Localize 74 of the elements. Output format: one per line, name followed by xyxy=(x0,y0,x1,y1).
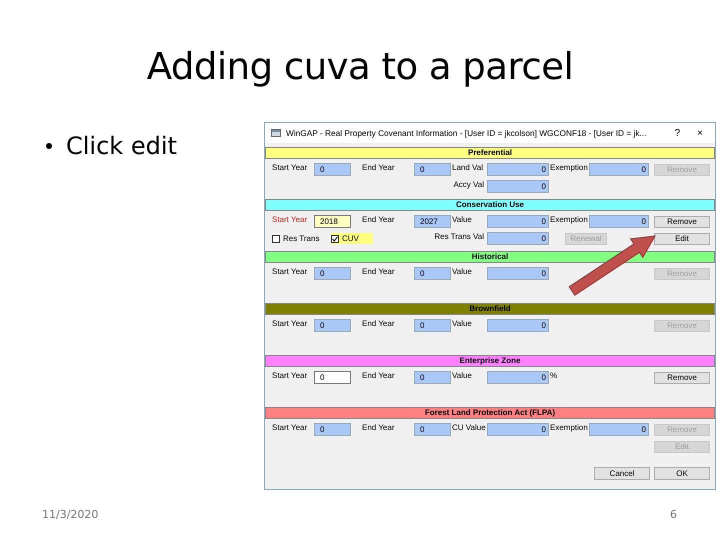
input-field[interactable]: 0 xyxy=(314,423,351,436)
field-label: End Year xyxy=(361,215,394,224)
input-field[interactable]: 0 xyxy=(414,371,451,384)
dialog-button[interactable]: Cancel xyxy=(594,467,650,480)
checkbox-label: Res Trans xyxy=(283,234,320,243)
section-header: Conservation Use xyxy=(265,199,715,211)
input-field[interactable]: 0 xyxy=(487,232,549,245)
input-field[interactable]: 0 xyxy=(589,163,649,176)
action-button[interactable]: Remove xyxy=(654,372,710,384)
field-label: End Year xyxy=(361,423,394,432)
field-label: Value xyxy=(452,371,472,380)
field-label: Start Year xyxy=(272,319,308,328)
field-label: Start Year xyxy=(272,371,308,380)
checkbox-label: CUV xyxy=(342,234,359,243)
slide-title: Adding cuva to a parcel xyxy=(146,44,574,90)
checkbox[interactable] xyxy=(331,234,339,242)
field-label: End Year xyxy=(361,163,394,172)
field-label: Exemption xyxy=(550,423,588,432)
field-label: Start Year xyxy=(272,215,308,224)
close-button[interactable]: × xyxy=(691,128,709,138)
action-button[interactable]: Edit xyxy=(654,232,710,244)
input-field[interactable]: 0 xyxy=(314,267,351,280)
field-label: End Year xyxy=(361,371,394,380)
field-label: Value xyxy=(452,215,472,224)
input-field[interactable]: 2027 xyxy=(414,215,451,228)
input-field[interactable]: 0 xyxy=(487,319,549,332)
field-label: Value xyxy=(452,319,472,328)
input-field[interactable]: 0 xyxy=(414,423,451,436)
field-label: Land Val xyxy=(452,163,483,172)
field-label: End Year xyxy=(361,319,394,328)
input-field[interactable]: 0 xyxy=(414,267,451,280)
field-label: Exemption xyxy=(550,215,588,224)
field-label: CU Value xyxy=(452,423,486,432)
checkbox-option[interactable]: CUV xyxy=(331,233,373,244)
input-field[interactable]: 0 xyxy=(487,163,549,176)
field-label: % xyxy=(550,371,558,380)
field-label: Res Trans Val xyxy=(434,232,485,241)
input-field[interactable]: 0 xyxy=(487,267,549,280)
check-icon xyxy=(332,236,338,242)
input-field[interactable]: 0 xyxy=(487,215,549,228)
field-label: Start Year xyxy=(272,267,308,276)
section-header: Preferential xyxy=(265,147,715,159)
field-label: End Year xyxy=(361,267,394,276)
section-header: Forest Land Protection Act (FLPA) xyxy=(265,407,715,419)
input-field[interactable]: 0 xyxy=(487,423,549,436)
checkbox[interactable] xyxy=(272,234,280,242)
window-title: WinGAP - Real Property Covenant Information - [User ID = jkcolson] WGCONF18 - [User ID = jk... xyxy=(286,128,648,138)
input-field[interactable]: 0 xyxy=(314,163,351,176)
help-button[interactable]: ? xyxy=(668,128,686,138)
input-field[interactable]: 0 xyxy=(487,371,549,384)
input-field[interactable]: 0 xyxy=(589,215,649,228)
section-header: Enterprise Zone xyxy=(265,355,715,367)
window-icon xyxy=(271,129,281,137)
section-header: Historical xyxy=(265,251,715,263)
slide-date: 11/3/2020 xyxy=(42,508,98,521)
input-field[interactable]: 0 xyxy=(589,423,649,436)
input-field[interactable]: 0 xyxy=(314,319,351,332)
field-label: Exemption xyxy=(550,163,588,172)
input-field[interactable]: 2018 xyxy=(314,215,351,228)
checkbox-option[interactable]: Res Trans xyxy=(272,233,320,244)
bullet-dot xyxy=(46,143,52,149)
input-field[interactable]: 0 xyxy=(414,319,451,332)
field-label: Value xyxy=(452,267,472,276)
section-header: Brownfield xyxy=(265,303,715,315)
field-label: Accy Val xyxy=(453,180,485,189)
field-label: Start Year xyxy=(272,423,308,432)
input-field[interactable]: 0 xyxy=(487,180,549,193)
bullet-text: Click edit xyxy=(66,132,177,160)
dialog-button[interactable]: OK xyxy=(654,467,710,480)
action-button[interactable]: Remove xyxy=(654,216,710,228)
input-field[interactable]: 0 xyxy=(314,371,351,384)
input-field[interactable]: 0 xyxy=(414,163,451,176)
page-number: 6 xyxy=(670,508,677,521)
field-label: Start Year xyxy=(272,163,308,172)
